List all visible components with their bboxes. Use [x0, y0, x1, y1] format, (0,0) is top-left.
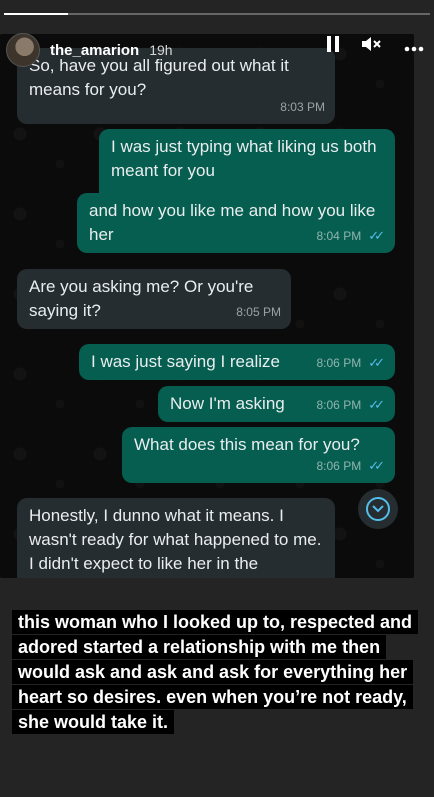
- message-meta: 8:06 PM ✓✓: [317, 351, 386, 375]
- message-time: 8:06 PM: [316, 356, 362, 370]
- story-time-ago: 19h: [149, 42, 173, 58]
- message-time: 8:03 PM: [280, 100, 325, 114]
- read-receipt-icon: ✓✓: [368, 458, 385, 473]
- read-receipt-icon: ✓✓: [368, 397, 385, 412]
- message-meta: 8:06 PM ✓✓: [317, 454, 386, 478]
- story-progress-bar: [4, 13, 430, 15]
- message-time: 8:06 PM: [316, 398, 362, 412]
- read-receipt-icon: ✓✓: [368, 355, 385, 370]
- message-bubble: I was just saying I realize 8:06 PM ✓✓: [79, 344, 395, 380]
- message-bubble: What does this mean for you? 8:06 PM ✓✓: [122, 427, 395, 483]
- message-time: 8:04 PM: [316, 229, 362, 243]
- more-icon[interactable]: [404, 37, 424, 55]
- message-meta: 8:06 PM ✓✓: [317, 393, 386, 417]
- story-progress-fill: [4, 13, 68, 15]
- scroll-to-bottom-button[interactable]: [358, 489, 398, 529]
- avatar[interactable]: [6, 33, 40, 67]
- message-meta: 8:03 PM: [280, 95, 325, 119]
- message-bubble: Honestly, I dunno what it means. I wasn'…: [17, 498, 335, 578]
- chevron-down-icon: [366, 497, 390, 521]
- story-header: the_amarion 19h: [0, 30, 434, 70]
- message-meta: 8:04 PM ✓✓: [317, 224, 386, 248]
- message-text: Honestly, I dunno what it means. I wasn'…: [29, 506, 327, 573]
- message-time: 8:06 PM: [316, 459, 362, 473]
- story-controls: [326, 36, 424, 55]
- pause-icon[interactable]: [326, 36, 340, 55]
- read-receipt-icon: ✓✓: [368, 228, 385, 243]
- chat-screenshot: So, have you all figured out what it mea…: [0, 34, 414, 578]
- caption-text: this woman who I looked up to, respected…: [12, 610, 419, 734]
- message-bubble: Now I'm asking 8:06 PM ✓✓: [158, 386, 395, 422]
- message-meta: 8:05 PM: [236, 300, 281, 324]
- message-bubble: Are you asking me? Or you're saying it? …: [17, 269, 291, 329]
- story-caption: this woman who I looked up to, respected…: [12, 610, 422, 735]
- message-text: I was just typing what liking us both me…: [111, 137, 382, 180]
- message-time: 8:05 PM: [236, 305, 281, 319]
- username[interactable]: the_amarion: [50, 42, 139, 59]
- message-bubble: and how you like me and how you like her…: [77, 193, 395, 253]
- mute-icon[interactable]: [362, 36, 382, 55]
